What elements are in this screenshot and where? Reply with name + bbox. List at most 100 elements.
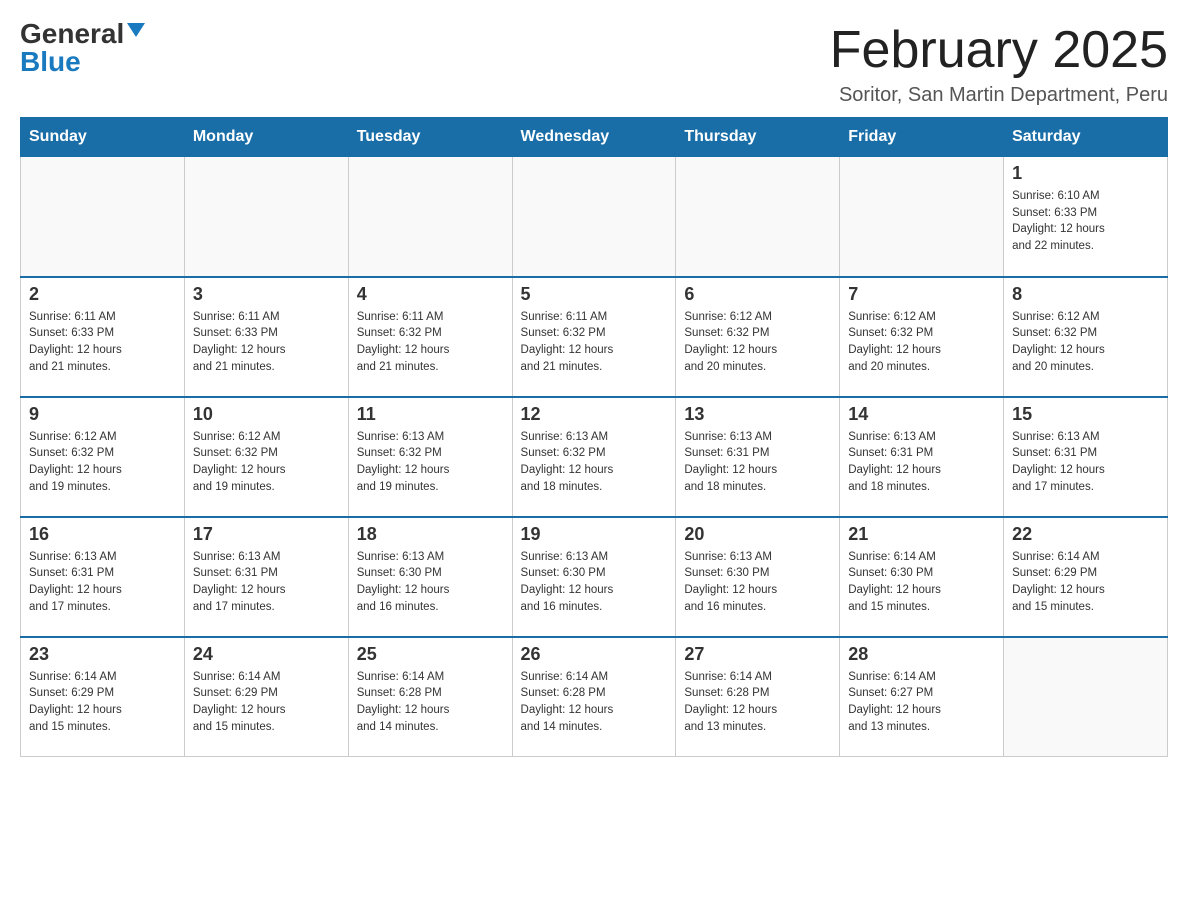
day-number: 26 (521, 644, 668, 665)
calendar-header-monday: Monday (184, 118, 348, 157)
day-number: 17 (193, 524, 340, 545)
calendar-cell: 2 Sunrise: 6:11 AMSunset: 6:33 PMDaylight… (21, 277, 185, 397)
calendar-cell: 24Sunrise: 6:14 AMSunset: 6:29 PMDayligh… (184, 637, 348, 757)
calendar-cell (676, 157, 840, 277)
calendar-cell: 20 Sunrise: 6:13 AMSunset: 6:30 PMDayligh… (676, 517, 840, 637)
day-info: Sunrise: 6:13 AMSunset: 6:31 PMDaylight:… (29, 549, 176, 616)
day-info: Sunrise: 6:12 AMSunset: 6:32 PMDaylight:… (1012, 309, 1159, 376)
calendar-table: SundayMondayTuesdayWednesdayThursdayFrid… (20, 117, 1168, 757)
day-number: 14 (848, 404, 995, 425)
day-number: 15 (1012, 404, 1159, 425)
calendar-cell (840, 157, 1004, 277)
day-number: 24 (193, 644, 340, 665)
day-info: Sunrise: 6:13 AMSunset: 6:31 PMDaylight:… (848, 429, 995, 496)
calendar-cell: 6 Sunrise: 6:12 AMSunset: 6:32 PMDaylight… (676, 277, 840, 397)
day-info: Sunrise: 6:13 AMSunset: 6:31 PMDaylight:… (1012, 429, 1159, 496)
day-info: Sunrise: 6:14 AMSunset: 6:29 PMDaylight:… (1012, 549, 1159, 616)
day-info: Sunrise: 6:11 AMSunset: 6:33 PMDaylight:… (29, 309, 176, 376)
day-info: Sunrise: 6:12 AMSunset: 6:32 PMDaylight:… (193, 429, 340, 496)
calendar-cell: 12Sunrise: 6:13 AMSunset: 6:32 PMDayligh… (512, 397, 676, 517)
location-title: Soritor, San Martin Department, Peru (830, 84, 1168, 107)
calendar-cell (512, 157, 676, 277)
logo-triangle-icon (127, 23, 145, 42)
calendar-cell (21, 157, 185, 277)
day-info: Sunrise: 6:13 AMSunset: 6:31 PMDaylight:… (193, 549, 340, 616)
calendar-cell: 9Sunrise: 6:12 AMSunset: 6:32 PMDaylight… (21, 397, 185, 517)
day-info: Sunrise: 6:14 AMSunset: 6:28 PMDaylight:… (357, 669, 504, 736)
calendar-header-saturday: Saturday (1004, 118, 1168, 157)
calendar-cell: 16 Sunrise: 6:13 AMSunset: 6:31 PMDayligh… (21, 517, 185, 637)
day-number: 13 (684, 404, 831, 425)
day-number: 3 (193, 284, 340, 305)
day-info: Sunrise: 6:13 AMSunset: 6:30 PMDaylight:… (684, 549, 831, 616)
day-info: Sunrise: 6:14 AMSunset: 6:30 PMDaylight:… (848, 549, 995, 616)
day-info: Sunrise: 6:11 AMSunset: 6:32 PMDaylight:… (357, 309, 504, 376)
calendar-cell: 17 Sunrise: 6:13 AMSunset: 6:31 PMDayligh… (184, 517, 348, 637)
day-info: Sunrise: 6:14 AMSunset: 6:29 PMDaylight:… (29, 669, 176, 736)
day-info: Sunrise: 6:12 AMSunset: 6:32 PMDaylight:… (684, 309, 831, 376)
day-number: 21 (848, 524, 995, 545)
calendar-week-row: 1 Sunrise: 6:10 AMSunset: 6:33 PMDaylight… (21, 157, 1168, 277)
title-section: February 2025 Soritor, San Martin Depart… (830, 20, 1168, 107)
calendar-cell: 13Sunrise: 6:13 AMSunset: 6:31 PMDayligh… (676, 397, 840, 517)
calendar-header-wednesday: Wednesday (512, 118, 676, 157)
calendar-cell (184, 157, 348, 277)
calendar-cell: 25 Sunrise: 6:14 AMSunset: 6:28 PMDayligh… (348, 637, 512, 757)
day-number: 12 (521, 404, 668, 425)
calendar-week-row: 16 Sunrise: 6:13 AMSunset: 6:31 PMDayligh… (21, 517, 1168, 637)
day-number: 4 (357, 284, 504, 305)
calendar-cell: 1 Sunrise: 6:10 AMSunset: 6:33 PMDaylight… (1004, 157, 1168, 277)
day-number: 23 (29, 644, 176, 665)
day-info: Sunrise: 6:11 AMSunset: 6:32 PMDaylight:… (521, 309, 668, 376)
day-number: 1 (1012, 163, 1159, 184)
day-number: 8 (1012, 284, 1159, 305)
calendar-cell (348, 157, 512, 277)
day-number: 5 (521, 284, 668, 305)
calendar-cell: 26 Sunrise: 6:14 AMSunset: 6:28 PMDayligh… (512, 637, 676, 757)
calendar-header-thursday: Thursday (676, 118, 840, 157)
day-number: 6 (684, 284, 831, 305)
calendar-cell: 5 Sunrise: 6:11 AMSunset: 6:32 PMDaylight… (512, 277, 676, 397)
calendar-cell: 22 Sunrise: 6:14 AMSunset: 6:29 PMDayligh… (1004, 517, 1168, 637)
logo: General Blue (20, 20, 145, 76)
calendar-cell: 28 Sunrise: 6:14 AMSunset: 6:27 PMDayligh… (840, 637, 1004, 757)
day-number: 22 (1012, 524, 1159, 545)
calendar-week-row: 2 Sunrise: 6:11 AMSunset: 6:33 PMDaylight… (21, 277, 1168, 397)
calendar-cell: 23 Sunrise: 6:14 AMSunset: 6:29 PMDayligh… (21, 637, 185, 757)
calendar-header-tuesday: Tuesday (348, 118, 512, 157)
day-number: 20 (684, 524, 831, 545)
month-title: February 2025 (830, 20, 1168, 80)
day-info: Sunrise: 6:12 AMSunset: 6:32 PMDaylight:… (848, 309, 995, 376)
calendar-cell: 3 Sunrise: 6:11 AMSunset: 6:33 PMDaylight… (184, 277, 348, 397)
day-number: 9 (29, 404, 176, 425)
calendar-header-sunday: Sunday (21, 118, 185, 157)
day-info: Sunrise: 6:11 AMSunset: 6:33 PMDaylight:… (193, 309, 340, 376)
logo-general-text: General (20, 20, 124, 48)
calendar-cell: 11 Sunrise: 6:13 AMSunset: 6:32 PMDayligh… (348, 397, 512, 517)
logo-blue-text: Blue (20, 48, 81, 76)
calendar-cell: 8 Sunrise: 6:12 AMSunset: 6:32 PMDaylight… (1004, 277, 1168, 397)
calendar-cell: 4 Sunrise: 6:11 AMSunset: 6:32 PMDaylight… (348, 277, 512, 397)
day-number: 27 (684, 644, 831, 665)
calendar-cell: 27Sunrise: 6:14 AMSunset: 6:28 PMDayligh… (676, 637, 840, 757)
day-number: 10 (193, 404, 340, 425)
calendar-cell: 15 Sunrise: 6:13 AMSunset: 6:31 PMDayligh… (1004, 397, 1168, 517)
day-info: Sunrise: 6:13 AMSunset: 6:30 PMDaylight:… (357, 549, 504, 616)
calendar-cell: 19Sunrise: 6:13 AMSunset: 6:30 PMDayligh… (512, 517, 676, 637)
day-info: Sunrise: 6:10 AMSunset: 6:33 PMDaylight:… (1012, 188, 1159, 255)
day-info: Sunrise: 6:13 AMSunset: 6:32 PMDaylight:… (357, 429, 504, 496)
calendar-header-row: SundayMondayTuesdayWednesdayThursdayFrid… (21, 118, 1168, 157)
day-number: 19 (521, 524, 668, 545)
calendar-cell: 7Sunrise: 6:12 AMSunset: 6:32 PMDaylight… (840, 277, 1004, 397)
calendar-week-row: 23 Sunrise: 6:14 AMSunset: 6:29 PMDayligh… (21, 637, 1168, 757)
day-info: Sunrise: 6:14 AMSunset: 6:27 PMDaylight:… (848, 669, 995, 736)
calendar-cell (1004, 637, 1168, 757)
page-header: General Blue February 2025 Soritor, San … (20, 20, 1168, 107)
calendar-header-friday: Friday (840, 118, 1004, 157)
day-info: Sunrise: 6:14 AMSunset: 6:28 PMDaylight:… (521, 669, 668, 736)
day-number: 16 (29, 524, 176, 545)
day-number: 25 (357, 644, 504, 665)
day-number: 2 (29, 284, 176, 305)
day-number: 11 (357, 404, 504, 425)
day-number: 28 (848, 644, 995, 665)
